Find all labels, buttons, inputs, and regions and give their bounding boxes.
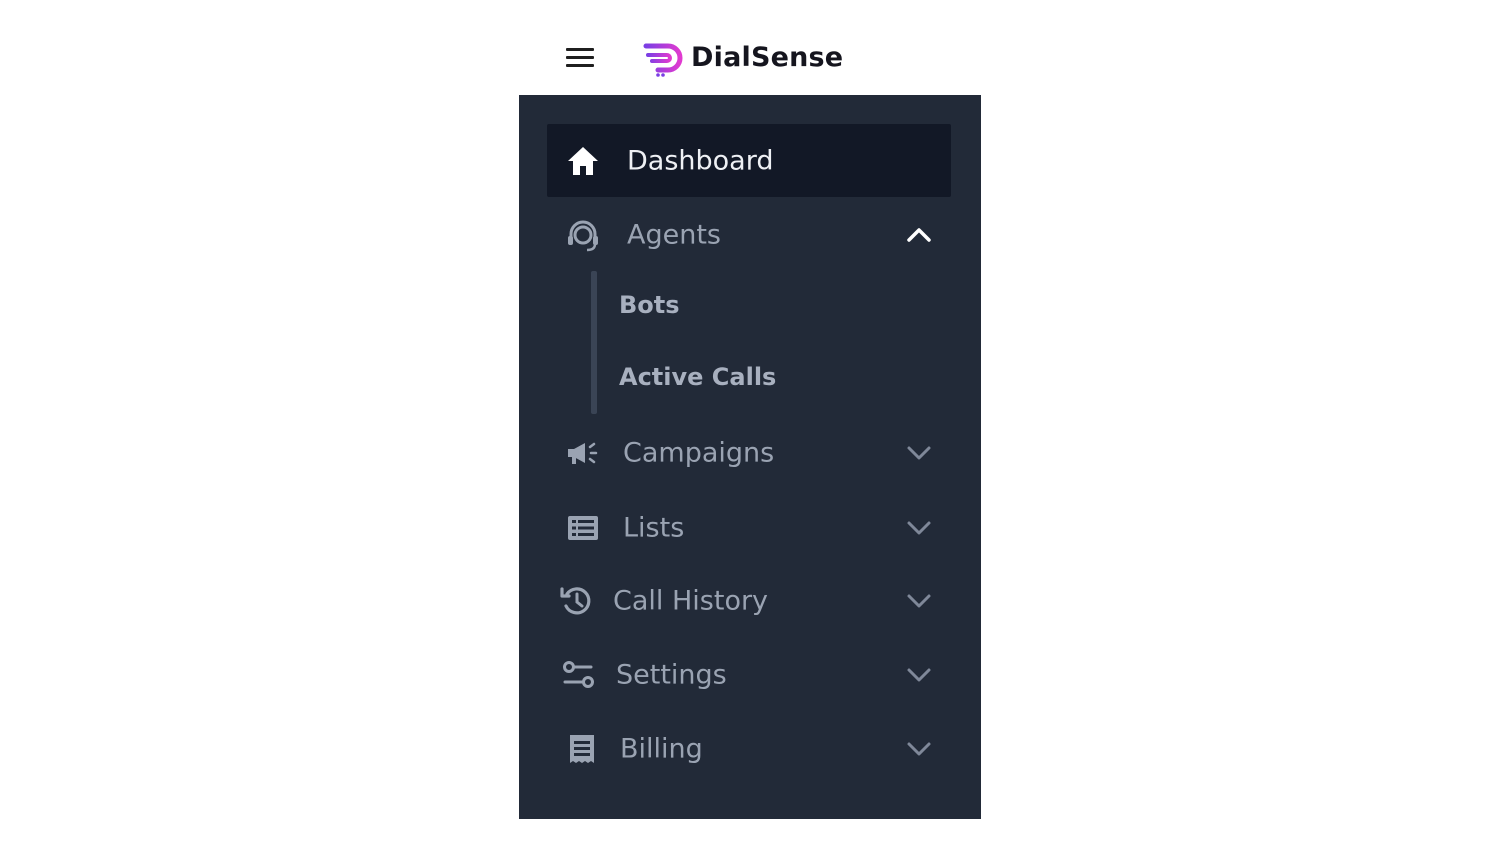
chevron-down-icon[interactable] <box>905 739 933 759</box>
submenu-rail <box>591 271 597 414</box>
sidebar-item-label: Campaigns <box>623 437 775 468</box>
chevron-down-icon[interactable] <box>905 443 933 463</box>
sidebar-item-label: Agents <box>627 219 721 250</box>
sidebar-item-settings[interactable]: Settings <box>547 638 951 711</box>
headset-agent-icon <box>568 220 598 251</box>
home-icon <box>568 146 598 175</box>
receipt-icon <box>570 734 594 763</box>
brand-name: DialSense <box>691 42 844 73</box>
sidebar-item-label: Settings <box>616 659 727 690</box>
submenu-item-bots[interactable]: Bots <box>619 291 680 319</box>
sidebar-item-label: Lists <box>623 512 685 543</box>
history-icon <box>560 586 591 614</box>
sidebar-item-billing[interactable]: Billing <box>547 712 951 785</box>
list-icon <box>568 515 598 540</box>
sidebar-item-campaigns[interactable]: Campaigns <box>547 416 951 489</box>
submenu-item-active-calls[interactable]: Active Calls <box>619 363 776 391</box>
sidebar-item-lists[interactable]: Lists <box>547 491 951 564</box>
dialsense-logo-icon <box>643 43 683 77</box>
sidebar-item-call-history[interactable]: Call History <box>547 564 951 637</box>
sliders-icon <box>563 660 594 688</box>
hamburger-line <box>566 56 594 59</box>
sidebar-item-label: Call History <box>613 585 769 616</box>
chevron-down-icon[interactable] <box>905 665 933 685</box>
hamburger-menu-button[interactable] <box>566 48 594 70</box>
chevron-down-icon[interactable] <box>905 591 933 611</box>
sidebar-item-dashboard[interactable]: Dashboard <box>547 124 951 197</box>
megaphone-icon <box>568 442 598 464</box>
chevron-down-icon[interactable] <box>905 518 933 538</box>
hamburger-line <box>566 64 594 67</box>
sidebar-item-label: Dashboard <box>627 145 774 176</box>
sidebar-item-agents[interactable]: Agents <box>547 198 951 271</box>
sidebar: Dashboard Agents Bots Active Calls Campa… <box>519 95 981 819</box>
chevron-up-icon[interactable] <box>905 225 933 245</box>
sidebar-item-label: Billing <box>620 733 703 764</box>
hamburger-icon <box>566 48 594 51</box>
